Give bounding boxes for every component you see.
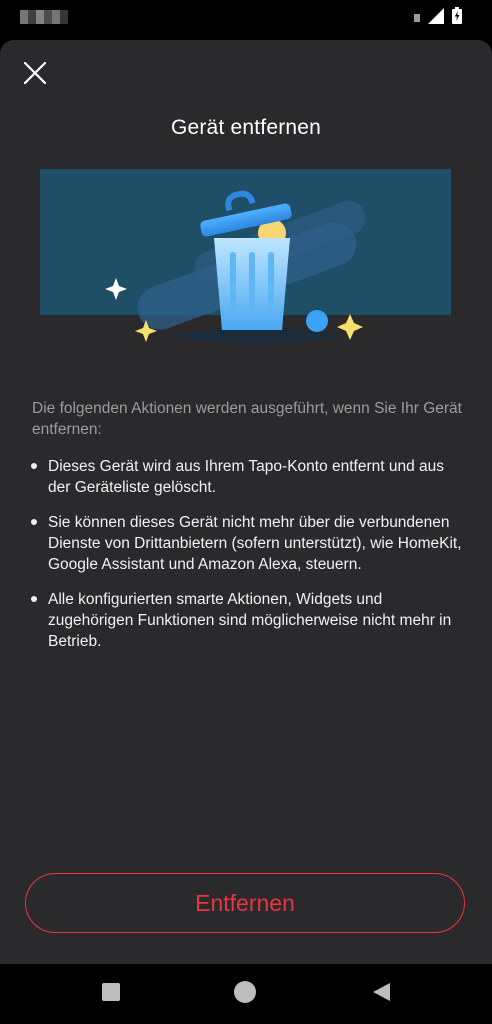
bullet-dot bbox=[31, 463, 37, 469]
bullet-dot bbox=[31, 596, 37, 602]
dialog-title: Gerät entfernen bbox=[170, 116, 322, 139]
list-item-text: Sie können dieses Gerät nicht mehr über … bbox=[48, 514, 462, 573]
intro-text: Die folgenden Aktionen werden ausgeführt… bbox=[32, 400, 462, 438]
status-icons bbox=[414, 7, 462, 29]
system-navigation-bar bbox=[0, 964, 492, 1024]
nav-home-button[interactable] bbox=[233, 980, 257, 1009]
list-item: Sie können dieses Gerät nicht mehr über … bbox=[28, 512, 464, 575]
nav-recents-button[interactable] bbox=[99, 982, 123, 1006]
list-item: Dieses Gerät wird aus Ihrem Tapo-Konto e… bbox=[28, 456, 464, 498]
nav-home-icon bbox=[233, 980, 257, 1009]
close-button[interactable] bbox=[18, 58, 52, 92]
list-item: Alle konfigurierten smarte Aktionen, Wid… bbox=[28, 589, 464, 652]
nav-recents-icon bbox=[101, 982, 121, 1007]
consequence-list: Dieses Gerät wird aus Ihrem Tapo-Konto e… bbox=[28, 456, 464, 666]
signal-icon bbox=[428, 7, 444, 29]
list-item-text: Alle konfigurierten smarte Aktionen, Wid… bbox=[48, 591, 452, 650]
list-item-text: Dieses Gerät wird aus Ihrem Tapo-Konto e… bbox=[48, 458, 445, 496]
remove-button[interactable]: Entfernen bbox=[25, 873, 465, 933]
trash-can-illustration bbox=[40, 168, 451, 378]
battery-icon bbox=[452, 7, 462, 29]
bullet-dot bbox=[31, 519, 37, 525]
notification-dot-icon bbox=[414, 9, 420, 27]
nav-back-icon bbox=[370, 981, 392, 1008]
remove-device-sheet: Gerät entfernen Die folgenden Aktionen w… bbox=[0, 40, 492, 964]
nav-back-button[interactable] bbox=[369, 982, 393, 1006]
status-bar bbox=[0, 0, 492, 38]
close-icon bbox=[23, 61, 47, 89]
status-carrier-blur bbox=[20, 10, 68, 24]
